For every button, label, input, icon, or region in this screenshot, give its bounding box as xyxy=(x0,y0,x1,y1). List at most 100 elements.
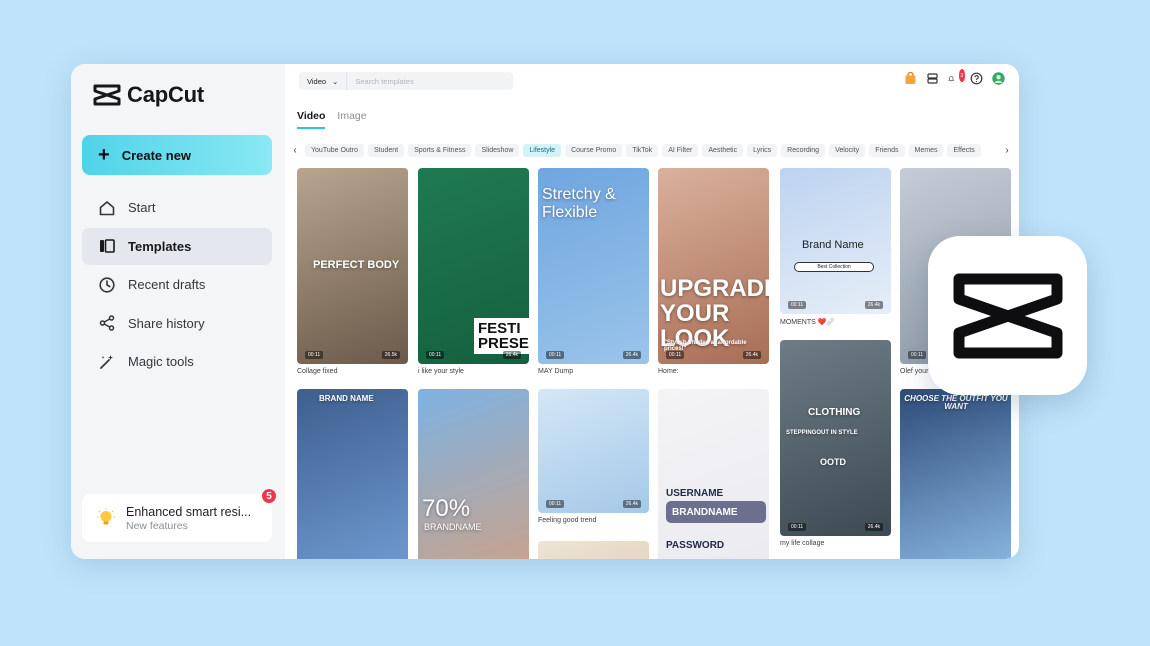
sidebar-item-recent-drafts[interactable]: Recent drafts xyxy=(82,266,272,303)
sidebar-item-label: Recent drafts xyxy=(128,277,206,292)
template-card[interactable]: CLOTHING STEPPINGOUT IN STYLE OOTD 00:11 26.… xyxy=(780,340,891,547)
chip-ai-filter[interactable]: AI Filter xyxy=(662,143,699,157)
capcut-logo-icon xyxy=(953,273,1062,358)
content-tabs: Video Image xyxy=(297,110,367,129)
template-thumbnail: FESTI PRESE 00:11 26.4k xyxy=(418,168,529,364)
shop-bag-icon[interactable] xyxy=(904,72,917,85)
tab-image[interactable]: Image xyxy=(337,110,366,129)
chip-velocity[interactable]: Velocity xyxy=(829,143,866,157)
duration-badge: 00:11 xyxy=(908,351,927,359)
template-caption: MOMENTS ❤️🩹 xyxy=(780,319,836,326)
thumbnail-title: Stretchy & Flexible xyxy=(542,186,616,221)
chip-student[interactable]: Student xyxy=(367,143,405,157)
storage-icon[interactable] xyxy=(926,72,939,85)
chip-youtube-outro[interactable]: YouTube Outro xyxy=(305,143,364,157)
thumbnail-subtitle: STEPPINGOUT IN STYLE xyxy=(786,430,858,436)
chip-lifestyle[interactable]: Lifestyle xyxy=(523,143,562,157)
sidebar-nav: Start Templates Recent drafts Share hist… xyxy=(82,189,272,382)
template-card[interactable]: Stretchy & Flexible 00:11 26.4k MAY Dump xyxy=(538,168,649,375)
lightbulb-icon xyxy=(97,508,115,525)
chip-effects[interactable]: Effects xyxy=(947,143,981,157)
likes-count: 26.4k xyxy=(622,351,641,359)
thumbnail-title: CLOTHING xyxy=(808,407,861,418)
template-thumbnail: UPGRADE YOUR LOOK "Stylish shades at affo… xyxy=(658,168,769,364)
template-thumbnail: CLOTHING STEPPINGOUT IN STYLE OOTD 00:11 26.… xyxy=(780,340,891,536)
template-card[interactable]: USERNAME BRANDNAME PASSWORD xyxy=(658,389,769,559)
chip-sports-fitness[interactable]: Sports & Fitness xyxy=(408,143,472,157)
chip-list: YouTube Outro Student Sports & Fitness Slid… xyxy=(305,143,997,157)
likes-count: 26.4k xyxy=(622,500,641,508)
template-caption: Home: xyxy=(658,368,679,375)
sidebar-item-share-history[interactable]: Share history xyxy=(82,305,272,342)
duration-badge: 00:11 xyxy=(546,351,565,359)
search-input[interactable]: Search templates xyxy=(347,77,413,86)
duration-badge: 00:11 xyxy=(788,523,807,531)
template-caption: my life collage xyxy=(780,540,825,547)
app-logo[interactable]: CapCut xyxy=(93,82,204,108)
template-card[interactable]: FESTI PRESE 00:11 26.4k i like your style xyxy=(418,168,529,375)
chip-slideshow[interactable]: Slideshow xyxy=(475,143,520,157)
chip-recording[interactable]: Recording xyxy=(781,143,826,157)
main-content: Video ⌄ Search templates 3 Video Image ‹… xyxy=(285,64,1019,559)
create-new-button[interactable]: + Create new xyxy=(82,135,272,175)
template-thumbnail: Brand Name Best Collection 00:11 26.4k xyxy=(780,168,891,314)
capcut-app-icon xyxy=(928,236,1087,395)
thumbnail-title: PERFECT BODY xyxy=(313,259,400,271)
sidebar: CapCut + Create new Start Templates Rece… xyxy=(71,64,285,559)
enhanced-resize-promo[interactable]: Enhanced smart resi... New features xyxy=(82,494,272,542)
thumbnail-title: USERNAME xyxy=(666,488,724,499)
template-caption: Collage fixed xyxy=(297,368,338,375)
app-name: CapCut xyxy=(127,82,205,107)
duration-badge: 00:11 xyxy=(666,351,685,359)
category-chips: ‹ YouTube Outro Student Sports & Fitness Sl… xyxy=(289,142,1013,158)
chip-aesthetic[interactable]: Aesthetic xyxy=(702,143,744,157)
create-new-label: Create new xyxy=(121,147,192,163)
promo-subtitle: New features xyxy=(126,519,188,532)
template-thumbnail: 70% BRANDNAME xyxy=(418,389,529,559)
template-caption: MAY Dump xyxy=(538,368,574,375)
template-card[interactable]: PERFECT BODY 00:11 26.5k Collage fixed xyxy=(297,168,408,375)
chip-friends[interactable]: Friends xyxy=(869,143,905,157)
magic-wand-icon xyxy=(100,354,113,369)
sidebar-item-magic-tools[interactable]: Magic tools xyxy=(82,343,272,380)
template-card[interactable]: 70% BRANDNAME xyxy=(418,389,529,559)
chip-tiktok[interactable]: TikTok xyxy=(626,143,659,157)
template-card[interactable]: Brand Name Best Collection 00:11 26.4k MOMEN… xyxy=(780,168,891,326)
chip-memes[interactable]: Memes xyxy=(908,143,944,157)
template-card[interactable]: 00:11 26.4k Feeling good trend xyxy=(538,389,649,524)
thumbnail-title: 70% xyxy=(422,495,471,522)
likes-count: 26.5k xyxy=(381,351,400,359)
thumbnail-title: BRAND NAME xyxy=(319,394,374,403)
likes-count: 26.4k xyxy=(742,351,761,359)
template-card[interactable]: UPGRADE YOUR LOOK "Stylish shades at affo… xyxy=(658,168,769,375)
template-thumbnail: 00:11 26.4k xyxy=(538,389,649,513)
search-type-select[interactable]: Video ⌄ xyxy=(299,72,348,90)
avatar[interactable] xyxy=(992,72,1005,85)
chip-lyrics[interactable]: Lyrics xyxy=(747,143,778,157)
chevron-down-icon: ⌄ xyxy=(332,76,339,86)
duration-badge: 00:11 xyxy=(546,500,565,508)
template-thumbnail: USERNAME BRANDNAME PASSWORD xyxy=(658,389,769,559)
thumbnail-label: PASSWORD xyxy=(666,540,725,551)
help-icon[interactable] xyxy=(970,72,983,85)
chevron-left-icon[interactable]: ‹ xyxy=(289,145,301,156)
home-icon xyxy=(99,200,115,215)
chevron-right-icon[interactable]: › xyxy=(1001,145,1013,156)
template-card[interactable]: CHOOSE THE OUTFIT YOU WANT xyxy=(900,389,1011,559)
share-icon xyxy=(99,315,115,331)
thumbnail-field: BRANDNAME xyxy=(666,501,766,523)
sidebar-item-templates[interactable]: Templates xyxy=(82,227,272,265)
sidebar-item-start[interactable]: Start xyxy=(82,189,272,226)
tab-video[interactable]: Video xyxy=(297,110,326,129)
template-thumbnail: PERFECT BODY 00:11 26.5k xyxy=(297,168,408,364)
likes-count: 26.4k xyxy=(864,301,883,309)
sidebar-item-label: Share history xyxy=(128,315,205,331)
clock-icon xyxy=(99,276,115,293)
templates-icon xyxy=(100,239,115,253)
template-caption: Feeling good trend xyxy=(538,517,597,524)
chip-course-promo[interactable]: Course Promo xyxy=(565,143,623,157)
thumbnail-pill: Best Collection xyxy=(794,262,874,272)
template-card[interactable]: BRAND NAME xyxy=(297,389,408,559)
template-card[interactable] xyxy=(538,541,649,559)
bell-icon[interactable]: 3 xyxy=(948,69,965,85)
